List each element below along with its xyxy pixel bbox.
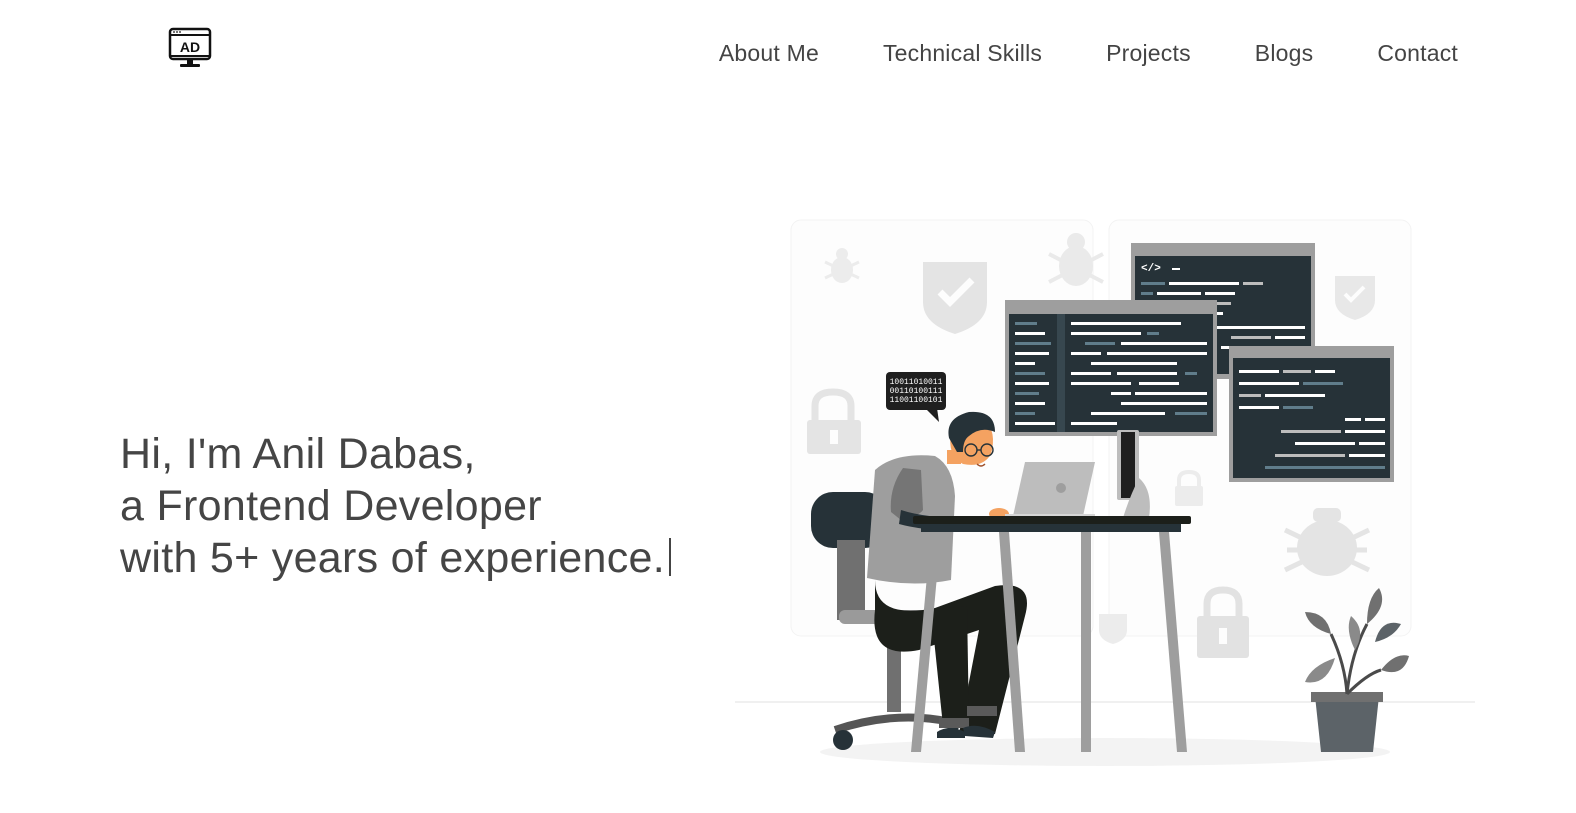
code-window	[1229, 346, 1394, 482]
code-tag: </>	[1141, 263, 1161, 275]
hero-heading: Hi, I'm Anil Dabas, a Frontend Developer…	[120, 428, 671, 584]
nav-technical-skills[interactable]: Technical Skills	[883, 40, 1042, 67]
nav-projects[interactable]: Projects	[1106, 40, 1191, 67]
nav-blogs[interactable]: Blogs	[1255, 40, 1314, 67]
binary-line-3: 11001100101	[890, 396, 943, 405]
hero-line-3: with 5+ years of experience.	[120, 532, 671, 584]
nav-contact[interactable]: Contact	[1377, 40, 1458, 67]
logo-text: AD	[180, 39, 200, 55]
shield-icon	[1099, 614, 1127, 644]
main-nav: About Me Technical Skills Projects Blogs…	[719, 40, 1458, 67]
developer-illustration: </> 10011010011 00110100111 11001100101	[735, 210, 1475, 780]
binary-line-1: 10011010011	[890, 378, 943, 387]
binary-line-2: 00110100111	[890, 387, 943, 396]
hero-line-1: Hi, I'm Anil Dabas,	[120, 430, 476, 478]
monitor-icon: AD	[168, 27, 212, 67]
hero-line-2: a Frontend Developer	[120, 482, 542, 530]
typing-cursor	[669, 538, 671, 576]
logo[interactable]: AD	[168, 27, 212, 71]
hero-line-3-text: with 5+ years of experience.	[120, 534, 665, 582]
nav-about-me[interactable]: About Me	[719, 40, 819, 67]
code-window	[1005, 300, 1217, 436]
